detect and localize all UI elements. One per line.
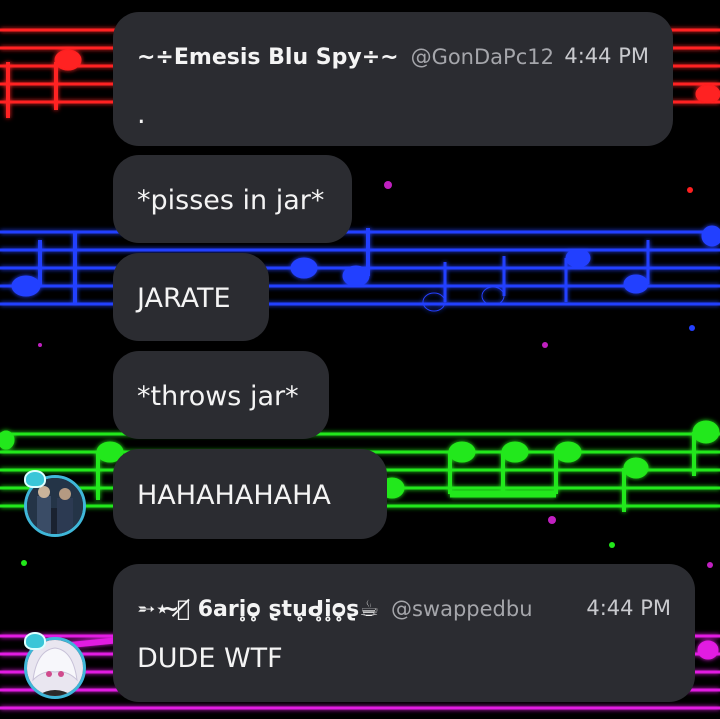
avatar-frame-badge-icon bbox=[24, 632, 46, 650]
message-timestamp: 4:44 PM bbox=[564, 44, 649, 68]
blue-staff bbox=[0, 225, 720, 312]
message-text: HAHAHAHAHA bbox=[137, 480, 331, 511]
message-header: ➵⋆ ̴⃝̸̸ 6ari̥ᴑ̥ ʂtu̥ᑯ̥i̥ᴑ̥ʂ☕ @swappedbu bbox=[137, 592, 533, 626]
message-header: ~÷Emesis Blu Spy÷~ @GonDaPc12 bbox=[137, 40, 554, 74]
message-bubble[interactable]: *pisses in jar* bbox=[113, 155, 352, 243]
message-timestamp: 4:44 PM bbox=[586, 596, 671, 620]
author-name[interactable]: ~÷Emesis Blu Spy÷~ bbox=[137, 45, 399, 70]
message-bubble[interactable]: *throws jar* bbox=[113, 351, 329, 439]
message-text: . bbox=[137, 99, 146, 130]
message-text: *pisses in jar* bbox=[137, 185, 325, 216]
author-name[interactable]: ➵⋆ ̴⃝̸̸ 6ari̥ᴑ̥ ʂtu̥ᑯ̥i̥ᴑ̥ʂ☕ bbox=[137, 597, 379, 622]
message-bubble-second[interactable]: ➵⋆ ̴⃝̸̸ 6ari̥ᴑ̥ ʂtu̥ᑯ̥i̥ᴑ̥ʂ☕ @swappedbu … bbox=[113, 564, 695, 702]
author-handle[interactable]: @GonDaPc12 bbox=[411, 45, 554, 69]
avatar-frame-badge-icon bbox=[24, 470, 46, 488]
message-text: DUDE WTF bbox=[137, 643, 283, 674]
message-bubble[interactable]: JARATE bbox=[113, 253, 269, 341]
message-bubble-first[interactable]: ~÷Emesis Blu Spy÷~ @GonDaPc12 4:44 PM . bbox=[113, 12, 673, 146]
author-handle[interactable]: @swappedbu bbox=[391, 597, 533, 621]
message-text: *throws jar* bbox=[137, 381, 299, 412]
message-bubble[interactable]: HAHAHAHAHA bbox=[113, 449, 387, 539]
message-text: JARATE bbox=[137, 283, 231, 314]
